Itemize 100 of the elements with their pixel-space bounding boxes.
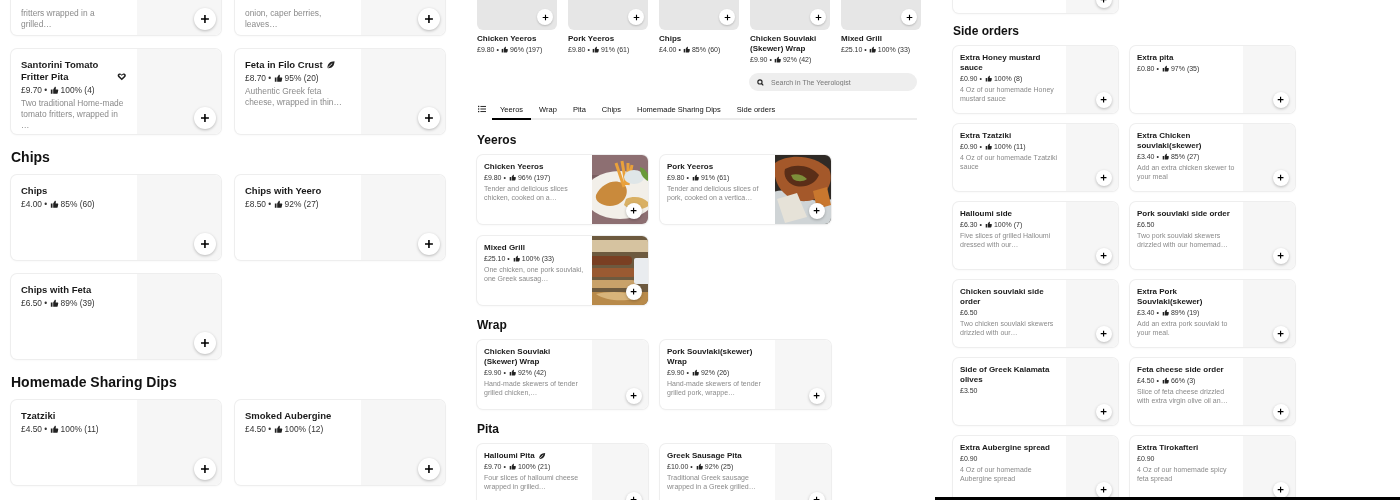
menu-item-card[interactable]: Feta in Filo Crust £8.70 • 95% (20) Authentic Greek feta cheese, wrapped in thin… (235, 49, 445, 134)
item-name: Chicken Souvlaki (Skewer) Wrap (750, 34, 818, 54)
plus-icon (1277, 486, 1285, 494)
thumbs-up-icon (984, 75, 992, 83)
thumbs-up-icon (508, 463, 516, 471)
item-name: Extra pita (1137, 53, 1174, 63)
menu-item-card[interactable]: Chips with Feta £6.50 • 89% (39) (11, 274, 221, 359)
item-description: Two traditional Home-made tomato fritters, wrapped in … (21, 98, 125, 131)
item-name: Chips with Feta (21, 284, 92, 296)
item-name: Tzatziki (21, 410, 56, 422)
add-button[interactable] (628, 9, 644, 25)
item-name: Extra Tirokafteri (1137, 443, 1199, 453)
item-name: Chicken Yeeros (477, 34, 537, 44)
add-button[interactable] (810, 9, 826, 25)
plus-icon (1277, 174, 1285, 182)
menu-item-card[interactable]: Santorini Tomato Fritter Pita £9.70 • 100% (4) Two traditional Home-made tomato fritters, wrapped in … (11, 49, 221, 134)
plus-icon (200, 14, 210, 24)
item-name: Pork souvlaki side order (1137, 209, 1230, 219)
item-price: £8.70 • (245, 73, 272, 84)
plus-icon (1277, 96, 1285, 104)
plus-icon (723, 13, 731, 21)
item-name: Mixed Grill (841, 34, 882, 44)
menu-item-card[interactable]: onion, caper berries, leaves… (235, 0, 445, 35)
item-name: Chicken Yeeros (484, 162, 544, 172)
thumbs-up-icon (50, 86, 59, 95)
menu-item-card[interactable]: Chips £4.00 • 85% (60) (11, 175, 221, 260)
item-price: £6.50 • (21, 298, 48, 309)
plus-icon (424, 464, 434, 474)
item-price: £4.50 • (21, 424, 48, 435)
item-name: Halloumi Pita (484, 451, 535, 461)
item-price: £4.50 • (245, 424, 272, 435)
add-button[interactable] (901, 9, 917, 25)
section-heading: Side orders (953, 23, 1020, 39)
plus-icon (1277, 408, 1285, 416)
plus-icon (1100, 330, 1108, 338)
menu-item-card[interactable]: Tzatziki £4.50 • 100% (11) (11, 400, 221, 485)
item-description: fritters wrapped in a grilled… (21, 7, 96, 30)
list-icon (478, 105, 486, 113)
plus-icon (632, 13, 640, 21)
item-name: Side of Greek Kalamata olives (960, 365, 1051, 385)
thumbs-up-icon (512, 255, 520, 263)
item-rating: 85% (60) (60, 199, 95, 210)
item-name: Chips with Yeero (245, 185, 322, 197)
item-name: Chicken souvlaki side order (960, 287, 1045, 307)
thumbs-up-icon (508, 174, 516, 182)
item-rating: 100% (11) (60, 424, 99, 435)
item-rating: 100% (4) (60, 85, 95, 96)
section-heading: Homemade Sharing Dips (11, 373, 177, 391)
item-price: £4.00 • (21, 199, 48, 210)
item-name: Pork Yeeros (667, 162, 714, 172)
item-name: Mixed Grill (484, 243, 525, 253)
menu-item-card[interactable]: Chips with Yeero £8.50 • 92% (27) (235, 175, 445, 260)
thumbs-up-icon (50, 299, 59, 308)
item-name: Chicken Souvlaki (Skewer) Wrap (484, 347, 552, 367)
plus-icon (1277, 330, 1285, 338)
plus-icon (1100, 96, 1108, 104)
search-icon (757, 78, 764, 86)
leaf-icon (537, 451, 546, 460)
item-name: Smoked Aubergine (245, 410, 332, 422)
item-name: Extra Chicken souvlaki(skewer) (1137, 131, 1203, 151)
plus-icon (813, 207, 821, 215)
menu-item-card[interactable]: fritters wrapped in a grilled… (11, 0, 221, 35)
menu-item-card[interactable]: Smoked Aubergine £4.50 • 100% (12) (235, 400, 445, 485)
thumbs-up-icon (500, 46, 508, 53)
item-name: Feta in Filo Crust (245, 59, 323, 71)
item-name: Halloumi side (960, 209, 1012, 219)
thumbs-up-icon (773, 56, 781, 63)
section-heading: Yeeros (477, 132, 517, 148)
plus-icon (424, 239, 434, 249)
plus-icon (1100, 486, 1108, 494)
plus-icon (200, 239, 210, 249)
plus-icon (630, 288, 638, 296)
thumbs-up-icon (691, 369, 699, 377)
plus-icon (424, 14, 434, 24)
section-heading: Chips (11, 148, 50, 166)
item-rating: 89% (39) (60, 298, 95, 309)
item-price: £8.50 • (245, 199, 272, 210)
add-button[interactable] (537, 9, 553, 25)
plus-icon (814, 13, 822, 21)
thumbs-up-icon (984, 143, 992, 151)
plus-icon (630, 207, 638, 215)
thumbs-up-icon (508, 369, 516, 377)
thumbs-up-icon (691, 174, 699, 182)
item-name: Extra Aubergine spread (960, 443, 1050, 453)
item-name: Greek Sausage Pita (667, 451, 742, 461)
leaf-icon (325, 59, 336, 70)
item-rating: 92% (27) (284, 199, 319, 210)
item-price: £9.70 • (21, 85, 48, 96)
plus-icon (200, 113, 210, 123)
thumbs-up-icon (1161, 377, 1169, 385)
thumbs-up-icon (682, 46, 690, 53)
item-description: onion, caper berries, leaves… (245, 7, 323, 30)
plus-icon (1277, 252, 1285, 260)
plus-icon (1100, 252, 1108, 260)
thumbs-up-icon (984, 221, 992, 229)
item-name: Santorini Tomato Fritter Pita (21, 59, 100, 83)
add-button[interactable] (719, 9, 735, 25)
item-description: Authentic Greek feta cheese, wrapped in thin… (245, 86, 343, 109)
plus-icon (200, 464, 210, 474)
item-name: Extra Honey mustard sauce (960, 53, 1042, 73)
